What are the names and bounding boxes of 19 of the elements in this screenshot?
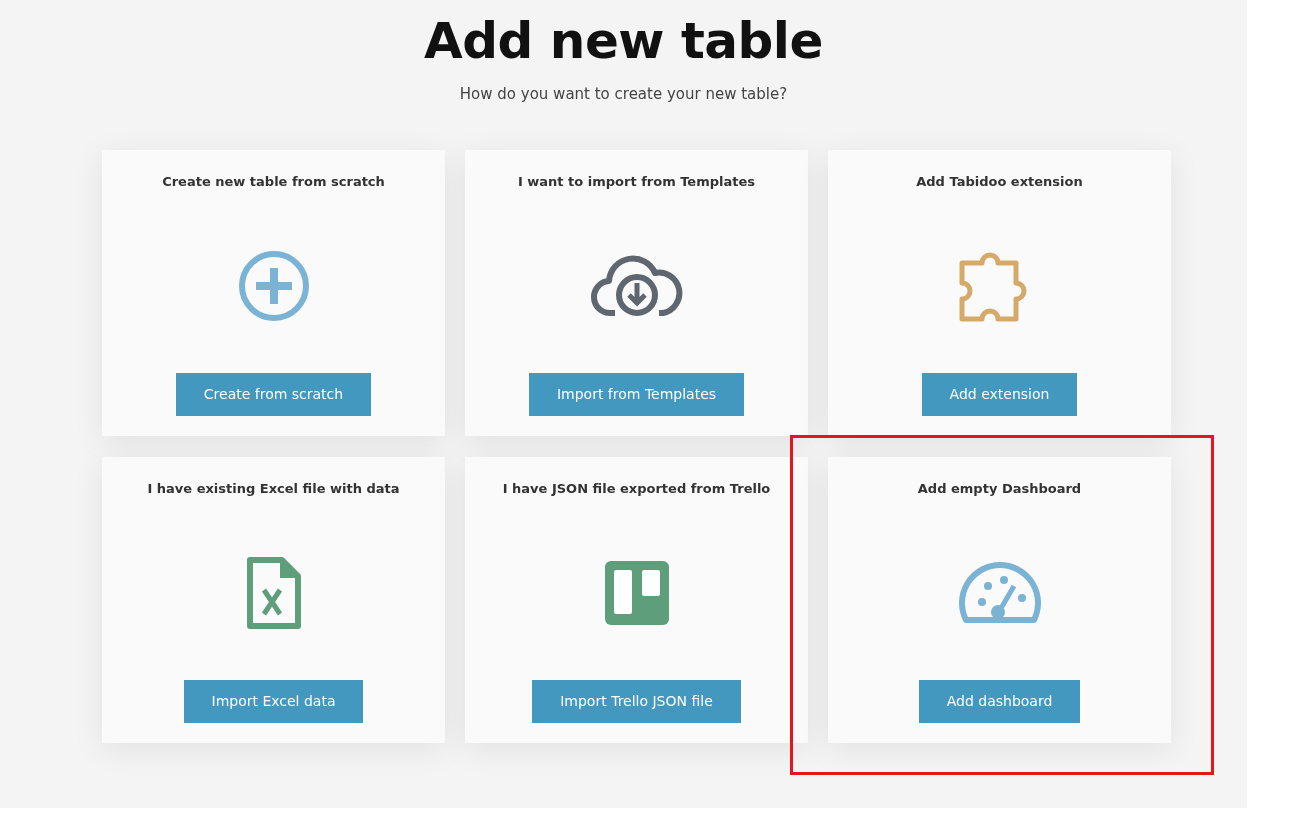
plus-circle-icon — [237, 249, 310, 322]
card-title: I have existing Excel file with data — [147, 480, 400, 498]
page-title: Add new table — [424, 11, 823, 69]
card-title: I have JSON file exported from Trello — [502, 480, 771, 498]
gauge-icon — [957, 561, 1042, 624]
action-button[interactable]: Add dashboard — [918, 680, 1081, 723]
action-button[interactable]: Import Trello JSON file — [532, 680, 741, 723]
cloud-download-icon — [590, 252, 683, 319]
card-title: Add empty Dashboard — [917, 480, 1082, 498]
card-title: Add Tabidoo extension — [916, 173, 1083, 191]
spreadsheet-file-icon — [245, 555, 302, 630]
action-button[interactable]: Import Excel data — [183, 680, 364, 723]
action-button[interactable]: Add extension — [921, 373, 1078, 416]
card-title: I want to import from Templates — [517, 173, 756, 191]
action-button[interactable]: Import from Templates — [528, 373, 745, 416]
card-title: Create new table from scratch — [162, 173, 385, 191]
action-button[interactable]: Create from scratch — [175, 373, 372, 416]
page-subtitle: How do you want to create your new table? — [459, 84, 788, 105]
board-columns-icon — [604, 560, 669, 625]
